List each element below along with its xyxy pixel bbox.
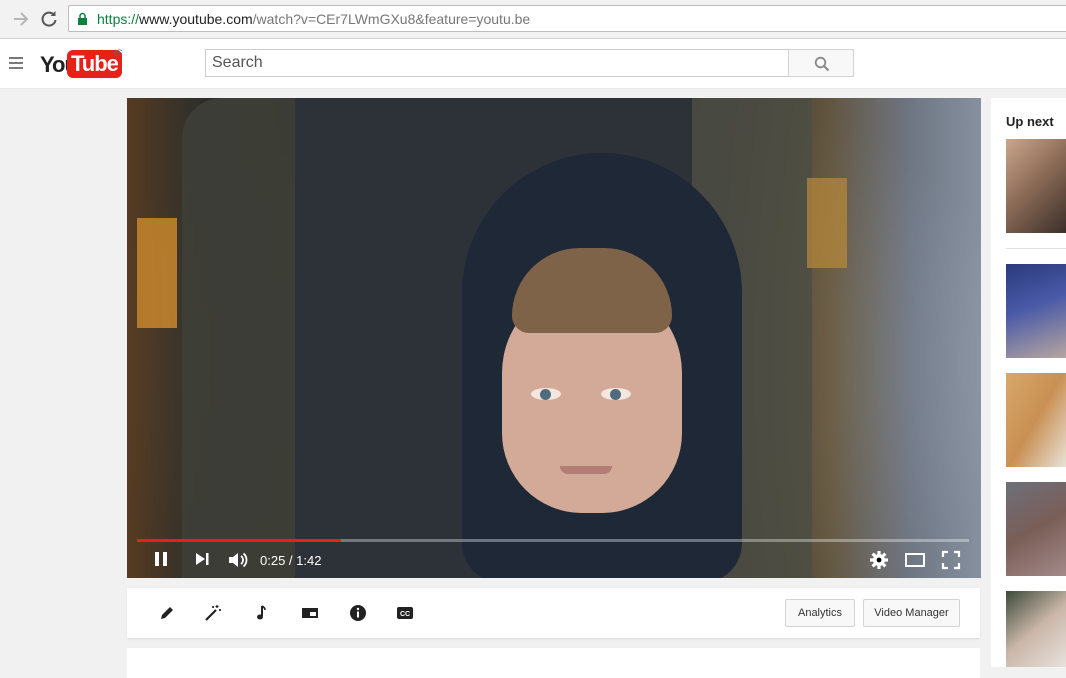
url-text: https://www.youtube.com/watch?v=CEr7LWmG…	[97, 11, 530, 27]
volume-button[interactable]	[227, 550, 249, 575]
sidebar-divider	[1006, 248, 1066, 249]
time-display: 0:25 / 1:42	[260, 553, 322, 568]
search-input[interactable]	[206, 50, 788, 76]
video-scene-window	[137, 218, 177, 328]
video-scene-mouth	[560, 466, 612, 474]
menu-icon[interactable]	[9, 57, 23, 69]
next-button[interactable]	[194, 550, 210, 573]
url-path: /watch?v=CEr7LWmGXu8&feature=youtu.be	[252, 11, 531, 27]
up-next-heading: Up next	[1006, 114, 1054, 129]
up-next-sidebar: Up next	[991, 98, 1066, 667]
country-code: IS	[114, 48, 123, 58]
subtitles-button[interactable]: CC	[396, 604, 414, 622]
fullscreen-button[interactable]	[941, 550, 961, 575]
enhancements-button[interactable]	[204, 604, 222, 622]
creator-action-bar: CC Analytics Video Manager	[127, 588, 980, 638]
address-bar[interactable]: https://www.youtube.com/watch?v=CEr7LWmG…	[68, 5, 1066, 32]
forward-button[interactable]	[10, 8, 32, 30]
fullscreen-icon	[941, 550, 961, 570]
reload-button[interactable]	[38, 8, 60, 30]
progress-bar[interactable]	[137, 539, 969, 542]
video-scene-eye-right	[601, 388, 631, 400]
volume-icon	[229, 552, 248, 568]
search-icon	[814, 56, 830, 72]
thumbnail-3[interactable]	[1006, 373, 1066, 467]
thumbnail-4[interactable]	[1006, 482, 1066, 576]
thumbnail-1[interactable]	[1006, 139, 1066, 233]
video-player[interactable]: 0:25 / 1:42	[127, 98, 981, 578]
url-protocol: https://	[97, 11, 140, 27]
reload-icon	[41, 11, 57, 27]
video-frame[interactable]	[127, 98, 981, 578]
video-info-card	[127, 648, 980, 678]
arrow-right-icon	[14, 12, 29, 26]
search-box	[205, 49, 789, 77]
search-button[interactable]	[788, 49, 854, 77]
video-manager-button[interactable]: Video Manager	[863, 599, 960, 627]
svg-text:CC: CC	[400, 611, 410, 618]
thumbnail-2[interactable]	[1006, 264, 1066, 358]
url-host: www.youtube.com	[139, 11, 253, 27]
gear-icon	[870, 551, 888, 569]
browser-toolbar: https://www.youtube.com/watch?v=CEr7LWmG…	[0, 0, 1066, 39]
thumbnail-5[interactable]	[1006, 591, 1066, 667]
lock-icon	[78, 12, 87, 25]
annotations-button[interactable]	[301, 604, 319, 622]
magic-wand-icon	[205, 605, 221, 621]
pause-icon	[155, 552, 167, 566]
info-cards-button[interactable]	[349, 604, 367, 622]
video-scene-window-right	[807, 178, 847, 268]
theater-mode-icon	[905, 553, 925, 567]
player-controls: 0:25 / 1:42	[127, 544, 981, 578]
settings-button[interactable]	[869, 550, 889, 575]
info-icon	[350, 605, 366, 621]
closed-captions-icon: CC	[397, 607, 413, 619]
annotation-icon	[302, 608, 318, 618]
theater-mode-button[interactable]	[904, 550, 926, 575]
music-note-icon	[257, 605, 266, 620]
progress-played	[137, 539, 341, 542]
analytics-button[interactable]: Analytics	[785, 599, 855, 627]
video-scene-eye-left	[531, 388, 561, 400]
youtube-header: You Tube IS	[0, 39, 1066, 89]
audio-button[interactable]	[253, 604, 271, 622]
pause-button[interactable]	[153, 550, 169, 573]
pencil-icon	[161, 607, 173, 619]
skip-next-icon	[196, 553, 209, 565]
edit-button[interactable]	[158, 604, 176, 622]
